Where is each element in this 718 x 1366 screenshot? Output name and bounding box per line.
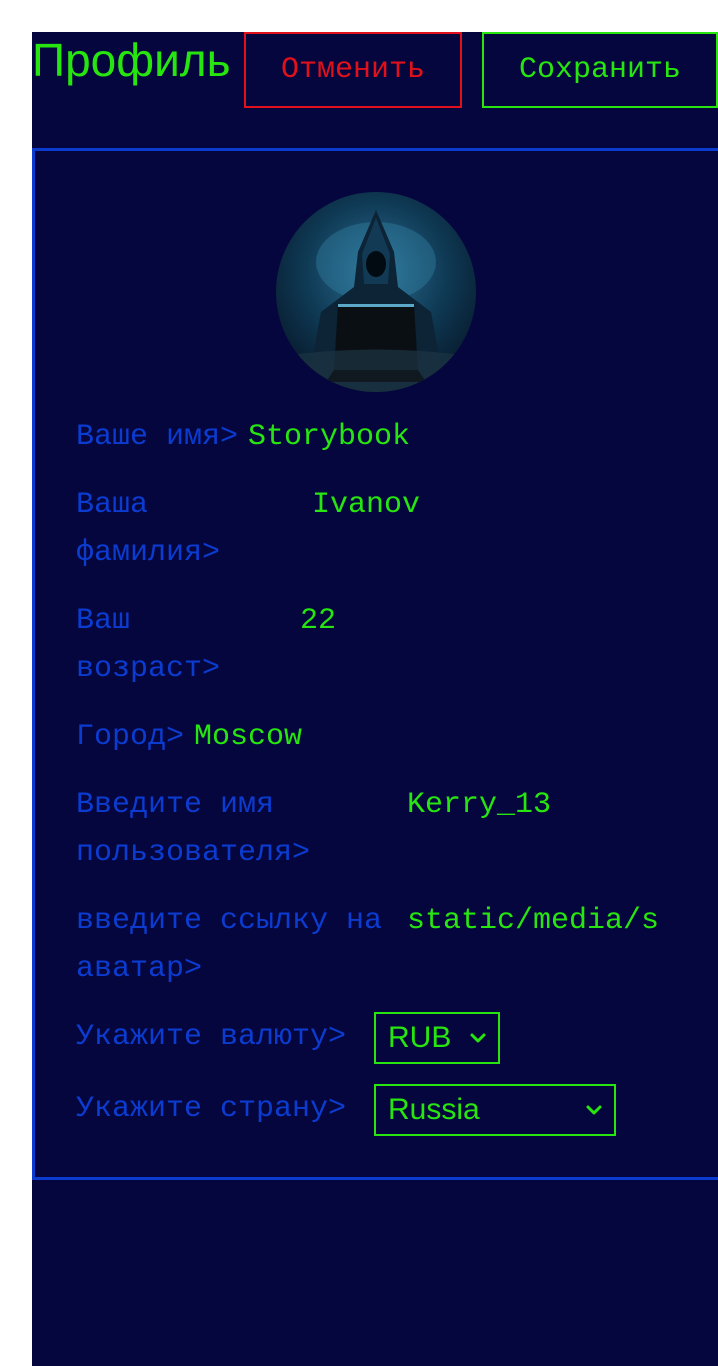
username-field[interactable]: Kerry_13 <box>407 781 551 877</box>
country-select[interactable]: Russia <box>374 1084 616 1136</box>
last-name-row: Ваша фамилия> Ivanov <box>76 481 420 577</box>
cancel-button[interactable]: Отменить <box>244 32 462 108</box>
age-label: Ваш возраст> <box>76 604 221 686</box>
first-name-label: Ваше имя> <box>76 420 239 454</box>
page-title: Профиль <box>32 34 231 86</box>
chevron-down-icon <box>586 1105 602 1115</box>
city-label: Город> <box>76 720 185 754</box>
avatar-link-field[interactable]: static/media/s <box>407 897 677 993</box>
username-row: Введите имя пользователя> Kerry_13 <box>76 781 551 877</box>
age-field[interactable]: 22 <box>300 597 336 693</box>
profile-header: Профиль Отменить Сохранить <box>32 32 718 108</box>
profile-page: Профиль Отменить Сохранить Ваше имя> Sto… <box>32 32 718 1366</box>
age-row: Ваш возраст> 22 <box>76 597 336 693</box>
city-row: Город> Moscow <box>76 713 302 761</box>
currency-selected-value: RUB <box>388 1021 452 1054</box>
profile-card: Ваше имя> Storybook Ваша фамилия> Ivanov… <box>32 148 718 1180</box>
first-name-row: Ваше имя> Storybook <box>76 413 410 461</box>
username-label: Введите имя пользователя> <box>76 788 311 870</box>
avatar-link-row: введите ссылку на аватар> static/media/s <box>76 897 677 993</box>
chevron-down-icon <box>470 1033 486 1043</box>
first-name-field[interactable]: Storybook <box>248 413 410 461</box>
hacker-avatar-icon <box>276 210 476 392</box>
city-field[interactable]: Moscow <box>194 713 302 761</box>
avatar-link-label: введите ссылку на аватар> <box>76 904 401 986</box>
avatar <box>276 192 476 392</box>
currency-row: Укажите валюту> <box>76 1013 346 1061</box>
country-selected-value: Russia <box>388 1093 480 1126</box>
last-name-field[interactable]: Ivanov <box>312 481 420 577</box>
currency-select[interactable]: RUB <box>374 1012 500 1064</box>
last-name-label: Ваша фамилия> <box>76 488 221 570</box>
country-label: Укажите страну> <box>76 1092 347 1126</box>
currency-label: Укажите валюту> <box>76 1020 347 1054</box>
country-row: Укажите страну> <box>76 1085 346 1133</box>
save-button[interactable]: Сохранить <box>482 32 718 108</box>
